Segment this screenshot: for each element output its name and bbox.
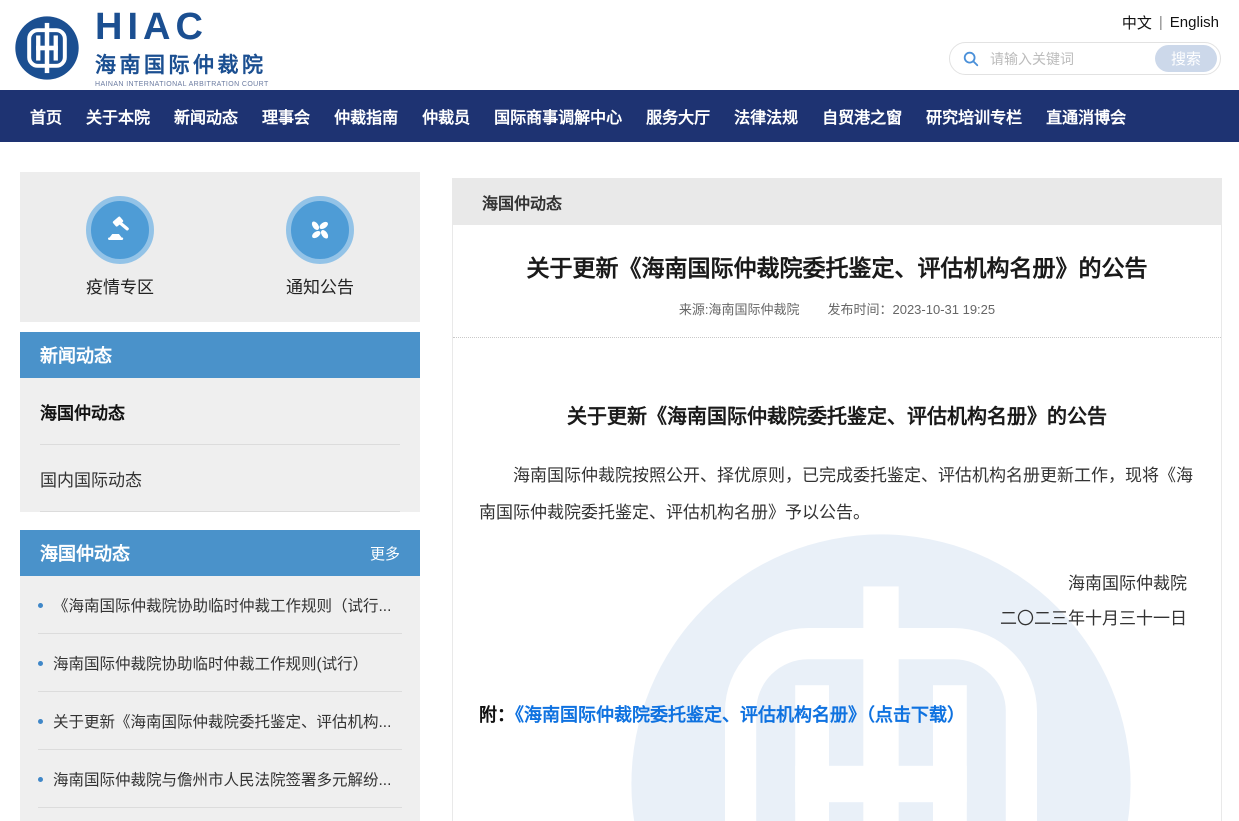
news-list-item[interactable]: 关于更新《海南国际仲裁院委托鉴定、评估机构... <box>20 692 420 750</box>
bullet-dot <box>38 777 43 782</box>
hiac-news-block: 海国仲动态 更多 《海南国际仲裁院协助临时仲裁工作规则（试行... 海南国际仲裁… <box>20 530 420 821</box>
quick-link-label: 通知公告 <box>286 273 354 298</box>
nav-item-arbitrators[interactable]: 仲裁员 <box>422 104 470 128</box>
main-navigation: 首页 关于本院 新闻动态 理事会 仲裁指南 仲裁员 国际商事调解中心 服务大厅 … <box>0 90 1239 142</box>
nav-item-council[interactable]: 理事会 <box>262 104 310 128</box>
quick-link-circle <box>86 196 154 264</box>
gavel-icon <box>104 214 136 246</box>
nav-item-service-hall[interactable]: 服务大厅 <box>646 104 710 128</box>
article-header: 关于更新《海南国际仲裁院委托鉴定、评估机构名册》的公告 来源:海南国际仲裁院 发… <box>453 225 1221 338</box>
search-box: 搜索 <box>949 42 1221 75</box>
logo-text: HIAC 海南国际仲裁院 HAINAN INTERNATIONAL ARBITR… <box>95 8 269 88</box>
logo-acronym: HIAC <box>95 8 269 46</box>
nav-item-free-trade-port[interactable]: 自贸港之窗 <box>822 104 902 128</box>
hiac-news-page: HIAC 海南国际仲裁院 HAINAN INTERNATIONAL ARBITR… <box>0 0 1239 821</box>
quick-link-notices[interactable]: 通知公告 <box>286 196 354 298</box>
article-title: 关于更新《海南国际仲裁院委托鉴定、评估机构名册》的公告 <box>453 249 1221 283</box>
news-menu-block: 新闻动态 海国仲动态 国内国际动态 <box>20 332 420 512</box>
news-menu-list: 海国仲动态 国内国际动态 <box>20 378 420 512</box>
news-menu-title: 新闻动态 <box>40 342 112 368</box>
lang-chinese-link[interactable]: 中文 <box>1122 12 1152 33</box>
signature-date: 二〇二三年十月三十一日 <box>453 601 1187 637</box>
article-source: 来源:海南国际仲裁院 <box>679 299 800 318</box>
sidebar-quick-links: 疫情专区 通知公告 <box>20 172 420 322</box>
search-button[interactable]: 搜索 <box>1155 45 1217 72</box>
nav-item-home[interactable]: 首页 <box>30 104 62 128</box>
bullet-dot <box>38 719 43 724</box>
logo-name-en: HAINAN INTERNATIONAL ARBITRATION COURT <box>95 81 269 88</box>
news-list-item[interactable]: 海南国际仲裁院协助临时仲裁工作规则(试行） <box>20 634 420 692</box>
article-signature: 海南国际仲裁院 二〇二三年十月三十一日 <box>453 566 1221 637</box>
article-inner-title: 关于更新《海南国际仲裁院委托鉴定、评估机构名册》的公告 <box>453 400 1221 429</box>
hiac-news-list: 《海南国际仲裁院协助临时仲裁工作规则（试行... 海南国际仲裁院协助临时仲裁工作… <box>20 576 420 821</box>
breadcrumb: 海国仲动态 <box>452 178 1222 225</box>
menu-item-hiac-news[interactable]: 海国仲动态 <box>20 378 420 445</box>
news-list-item[interactable]: 海南国际仲裁院与儋州市人民法院签署多元解纷... <box>20 750 420 808</box>
bullet-dot <box>38 661 43 666</box>
article-content: 关于更新《海南国际仲裁院委托鉴定、评估机构名册》的公告 海南国际仲裁院按照公开、… <box>453 400 1221 727</box>
lang-separator: | <box>1159 14 1163 31</box>
nav-item-expo[interactable]: 直通消博会 <box>1046 104 1126 128</box>
pinwheel-icon <box>304 214 336 246</box>
article-body: 关于更新《海南国际仲裁院委托鉴定、评估机构名册》的公告 海南国际仲裁院按照公开、… <box>453 338 1221 727</box>
quick-link-label: 疫情专区 <box>86 273 154 298</box>
signature-organization: 海南国际仲裁院 <box>453 566 1187 602</box>
lang-english-link[interactable]: English <box>1170 14 1219 31</box>
search-input[interactable] <box>988 50 1155 68</box>
language-switcher: 中文 | English <box>1122 12 1219 33</box>
bullet-dot <box>38 603 43 608</box>
article-paragraph: 海南国际仲裁院按照公开、择优原则，已完成委托鉴定、评估机构名册更新工作，现将《海… <box>453 457 1221 532</box>
more-link[interactable]: 更多 <box>370 543 400 564</box>
news-menu-header: 新闻动态 <box>20 332 420 378</box>
hiac-news-header: 海国仲动态 更多 <box>20 530 420 576</box>
news-list-item[interactable]: 《海南国际仲裁院协助临时仲裁工作规则（试行... <box>20 576 420 634</box>
logo-name-cn: 海南国际仲裁院 <box>95 49 269 79</box>
article-container: 关于更新《海南国际仲裁院委托鉴定、评估机构名册》的公告 来源:海南国际仲裁院 发… <box>452 225 1222 821</box>
nav-item-arbitration-guide[interactable]: 仲裁指南 <box>334 104 398 128</box>
nav-item-about[interactable]: 关于本院 <box>86 104 150 128</box>
attachment-row: 附：《海南国际仲裁院委托鉴定、评估机构名册》（点击下载） <box>453 701 1221 727</box>
attachment-prefix: 附： <box>479 705 515 725</box>
hiac-logo-icon <box>14 15 80 81</box>
hiac-news-title: 海国仲动态 <box>40 540 130 566</box>
attachment-download-link[interactable]: 《海南国际仲裁院委托鉴定、评估机构名册》（点击下载） <box>515 705 965 725</box>
search-icon <box>962 50 980 68</box>
nav-item-research-training[interactable]: 研究培训专栏 <box>926 104 1022 128</box>
article-meta: 来源:海南国际仲裁院 发布时间：2023-10-31 19:25 <box>453 299 1221 318</box>
nav-item-news[interactable]: 新闻动态 <box>174 104 238 128</box>
article-publish-time: 发布时间：2023-10-31 19:25 <box>827 299 995 318</box>
quick-link-circle <box>286 196 354 264</box>
nav-item-laws[interactable]: 法律法规 <box>734 104 798 128</box>
nav-item-mediation-center[interactable]: 国际商事调解中心 <box>494 104 622 128</box>
site-header: HIAC 海南国际仲裁院 HAINAN INTERNATIONAL ARBITR… <box>0 0 1239 90</box>
main-content: 海国仲动态 关于更新《海南国际仲裁院委托鉴定、评估机构名册》的公告 来源:海南国… <box>452 178 1222 821</box>
site-logo[interactable]: HIAC 海南国际仲裁院 HAINAN INTERNATIONAL ARBITR… <box>14 8 269 88</box>
menu-item-domestic-international[interactable]: 国内国际动态 <box>20 445 420 512</box>
quick-link-epidemic[interactable]: 疫情专区 <box>86 196 154 298</box>
